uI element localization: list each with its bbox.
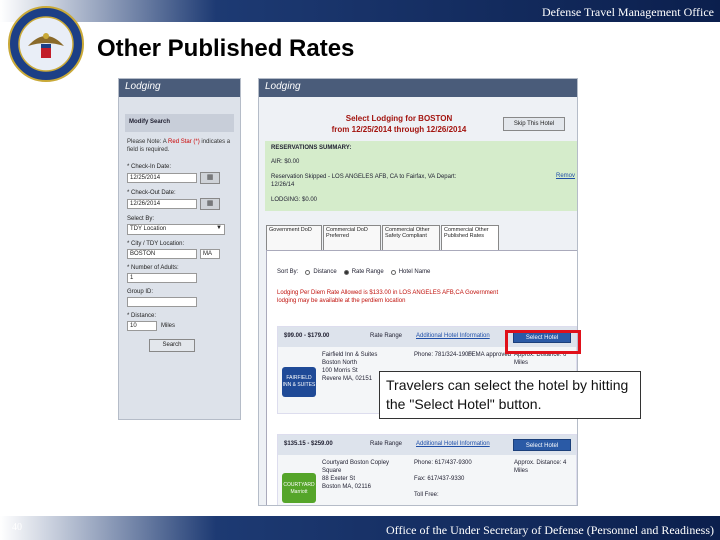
hotel-name-line: Boston North <box>322 360 358 366</box>
remove-link[interactable]: Remov <box>556 173 575 179</box>
checkout-input[interactable]: 12/26/2014 <box>127 199 197 209</box>
hotel-address-line: Revere MA, 02151 <box>322 376 373 382</box>
select-by-row: TDY Location ▼ <box>127 224 240 235</box>
hotel-rate-range: $135.15 - $259.00 <box>284 441 333 447</box>
lodging-heading: Lodging <box>119 79 240 97</box>
tab-commercial-safety-compliant[interactable]: Commercial Other Safety Compliant <box>382 225 440 251</box>
per-diem-notice: Lodging Per Diem Rate Allowed is $133.00… <box>277 290 499 304</box>
additional-info-link[interactable]: Additional Hotel Information <box>416 333 490 339</box>
additional-info-link[interactable]: Additional Hotel Information <box>416 441 490 447</box>
select-by-label: Select By: <box>127 216 155 222</box>
page-number: 40 <box>12 522 22 533</box>
summary-skipped: Reservation Skipped - LOS ANGELES AFB, C… <box>271 174 457 188</box>
hotel-name-line: Fairfield Inn & Suites <box>322 352 378 358</box>
summary-air: AIR: $0.00 <box>271 159 300 165</box>
sort-rate-label: Rate Range <box>351 269 384 275</box>
distance-input[interactable]: 10 <box>127 321 157 331</box>
summary-lodging: LODGING: $0.00 <box>271 197 318 203</box>
sort-by-label: Sort By: <box>277 269 299 275</box>
summary-heading: RESERVATIONS SUMMARY: <box>271 145 352 151</box>
select-lodging-title: Select Lodging for BOSTON from 12/25/201… <box>299 113 499 135</box>
reservations-summary: RESERVATIONS SUMMARY: AIR: $0.00 Reserva… <box>265 141 577 211</box>
fairfield-logo-icon: FAIRFIELD INN & SUITES <box>282 367 316 397</box>
group-id-label: Group ID: <box>127 289 154 295</box>
miles-label: Miles <box>161 323 176 329</box>
hotel-rate-range: $99.00 - $179.00 <box>284 333 330 339</box>
hotel-address-line: 100 Morris St <box>322 368 358 374</box>
rate-range-label: Rate Range <box>370 441 403 447</box>
city-input[interactable]: BOSTON <box>127 249 197 259</box>
hotel-name-line: Square <box>322 468 342 474</box>
select-by-value: TDY Location <box>130 226 167 232</box>
checkout-calendar-icon[interactable]: ▦ <box>200 198 220 210</box>
hotel-address-line: Boston MA, 02116 <box>322 484 371 490</box>
select-hotel-highlight <box>505 330 581 354</box>
note-red-star: Red Star (*) <box>168 139 200 145</box>
adults-input[interactable]: 1 <box>127 273 197 283</box>
sort-by-row: Sort By: Distance Rate Range Hotel Name <box>277 269 430 275</box>
sort-name-label: Hotel Name <box>398 269 431 275</box>
modify-search-header[interactable]: Modify Search <box>125 114 234 132</box>
search-button[interactable]: Search <box>149 339 195 352</box>
checkout-label: * Check-Out Date: <box>127 190 176 196</box>
checkin-calendar-icon[interactable]: ▦ <box>200 172 220 184</box>
sort-distance-radio[interactable] <box>305 269 311 275</box>
adults-label: * Number of Adults: <box>127 265 179 271</box>
dod-seal-icon <box>8 6 84 82</box>
checkout-row: 12/26/2014 ▦ <box>127 198 240 210</box>
distance-row: 10 Miles <box>127 321 240 331</box>
lodging-select-heading: Lodging <box>259 79 577 97</box>
city-label: * City / TDY Location: <box>127 241 185 247</box>
footer-office-label: Office of the Under Secretary of Defense… <box>386 523 714 537</box>
tab-commercial-published-rates[interactable]: Commercial Other Published Rates <box>441 225 499 251</box>
select-by-dropdown[interactable]: TDY Location ▼ <box>127 224 225 235</box>
hotel-phone: Phone: 781/324-1900 <box>414 352 472 358</box>
header-office-label: Defense Travel Management Office <box>541 5 714 19</box>
adults-row: 1 <box>127 273 240 283</box>
select-hotel-button[interactable]: Select Hotel <box>513 439 571 451</box>
chevron-down-icon: ▼ <box>216 225 222 231</box>
hotel-distance: Approx. Distance: 4 Miles <box>514 460 567 474</box>
callout-box: Travelers can select the hotel by hittin… <box>379 371 641 419</box>
lodging-select-panel: Lodging Select Lodging for BOSTON from 1… <box>258 78 578 506</box>
hotel-tollfree: Toll Free: <box>414 492 439 498</box>
hotel-card: $135.15 - $259.00 Rate Range Additional … <box>277 434 577 505</box>
rate-range-label: Rate Range <box>370 333 403 339</box>
hotel-address-line: 88 Exeter St <box>322 476 356 482</box>
group-id-row <box>127 297 240 307</box>
hotel-rate-bar: $135.15 - $259.00 Rate Range Additional … <box>278 435 576 455</box>
group-id-input[interactable] <box>127 297 197 307</box>
checkin-label: * Check-In Date: <box>127 164 172 170</box>
select-title-line-1: Select Lodging for BOSTON <box>345 114 453 123</box>
checkin-input[interactable]: 12/25/2014 <box>127 173 197 183</box>
hotel-phone: Phone: 617/437-9300 <box>414 460 472 466</box>
courtyard-logo-icon: COURTYARD Marriott <box>282 473 316 503</box>
hotel-name-line: Courtyard Boston Copley <box>322 460 390 466</box>
sort-distance-label: Distance <box>313 269 337 275</box>
skip-hotel-button[interactable]: Skip This Hotel <box>503 117 565 131</box>
required-note: Please Note: A Red Star (*) indicates a … <box>127 138 234 154</box>
checkin-row: 12/25/2014 ▦ <box>127 172 240 184</box>
lodging-search-panel: Lodging Modify Search Please Note: A Red… <box>118 78 241 420</box>
city-row: BOSTON MA <box>127 249 240 259</box>
tab-government-dod[interactable]: Government DoD <box>266 225 322 251</box>
tab-commercial-dod-preferred[interactable]: Commercial DoD Preferred <box>323 225 381 251</box>
slide-title: Other Published Rates <box>97 35 355 62</box>
hotel-fax: Fax: 617/437-9330 <box>414 476 465 482</box>
distance-label: * Distance: <box>127 313 157 319</box>
state-input[interactable]: MA <box>200 249 220 259</box>
sort-name-radio[interactable] <box>390 269 396 275</box>
note-prefix: Please Note: A <box>127 139 169 145</box>
select-title-line-2: from 12/25/2014 through 12/26/2014 <box>331 125 467 134</box>
sort-rate-radio[interactable] <box>343 269 349 275</box>
